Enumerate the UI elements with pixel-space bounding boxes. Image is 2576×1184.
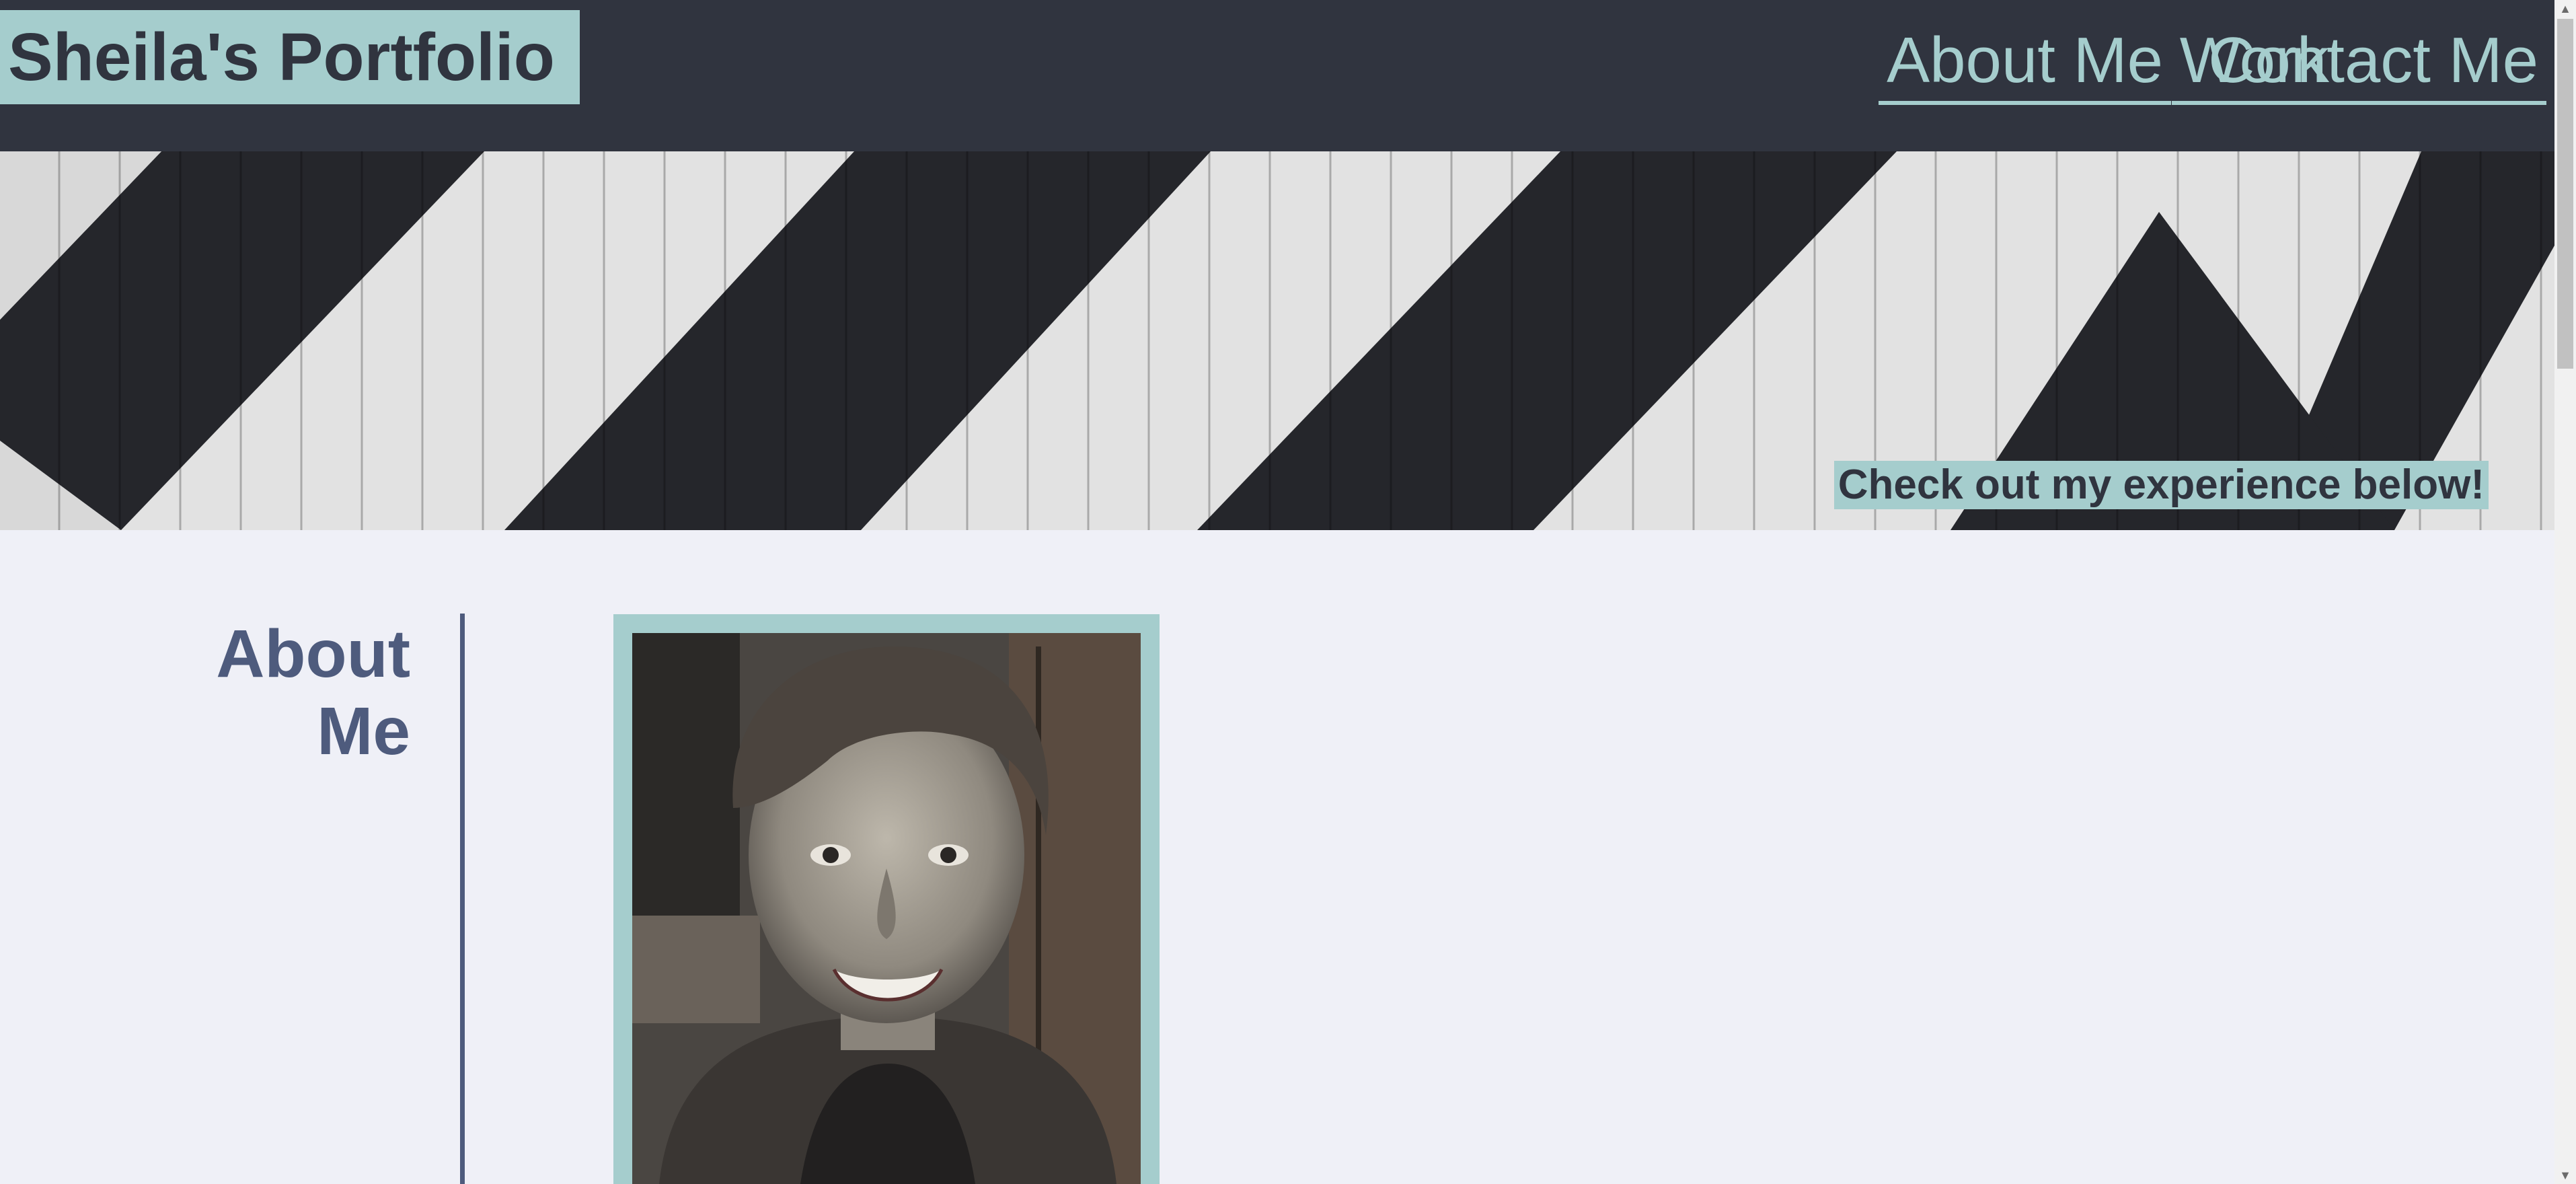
profile-photo-image	[632, 633, 1141, 1184]
site-brand[interactable]: Sheila's Portfolio	[0, 10, 580, 104]
profile-photo-frame	[613, 614, 1160, 1184]
section-divider	[460, 614, 465, 1184]
site-header: Sheila's Portfolio About Me Work Contact…	[0, 0, 2554, 151]
about-heading: About Me	[155, 616, 410, 770]
nav-link-contact-me[interactable]: Contact Me	[2200, 20, 2546, 105]
profile-photo	[632, 633, 1141, 1184]
hero-banner: Check out my experience below!	[0, 151, 2554, 530]
vertical-scrollbar[interactable]: ▲ ▼	[2554, 0, 2576, 1184]
hero-tagline: Check out my experience below!	[1833, 461, 2489, 509]
about-heading-line2: Me	[317, 694, 410, 769]
about-heading-line1: About	[216, 616, 410, 692]
scrollbar-thumb[interactable]	[2557, 19, 2573, 369]
scroll-up-arrow-icon[interactable]: ▲	[2554, 0, 2576, 17]
nav-link-about-me[interactable]: About Me	[1879, 20, 2171, 105]
scroll-down-arrow-icon[interactable]: ▼	[2554, 1167, 2576, 1184]
